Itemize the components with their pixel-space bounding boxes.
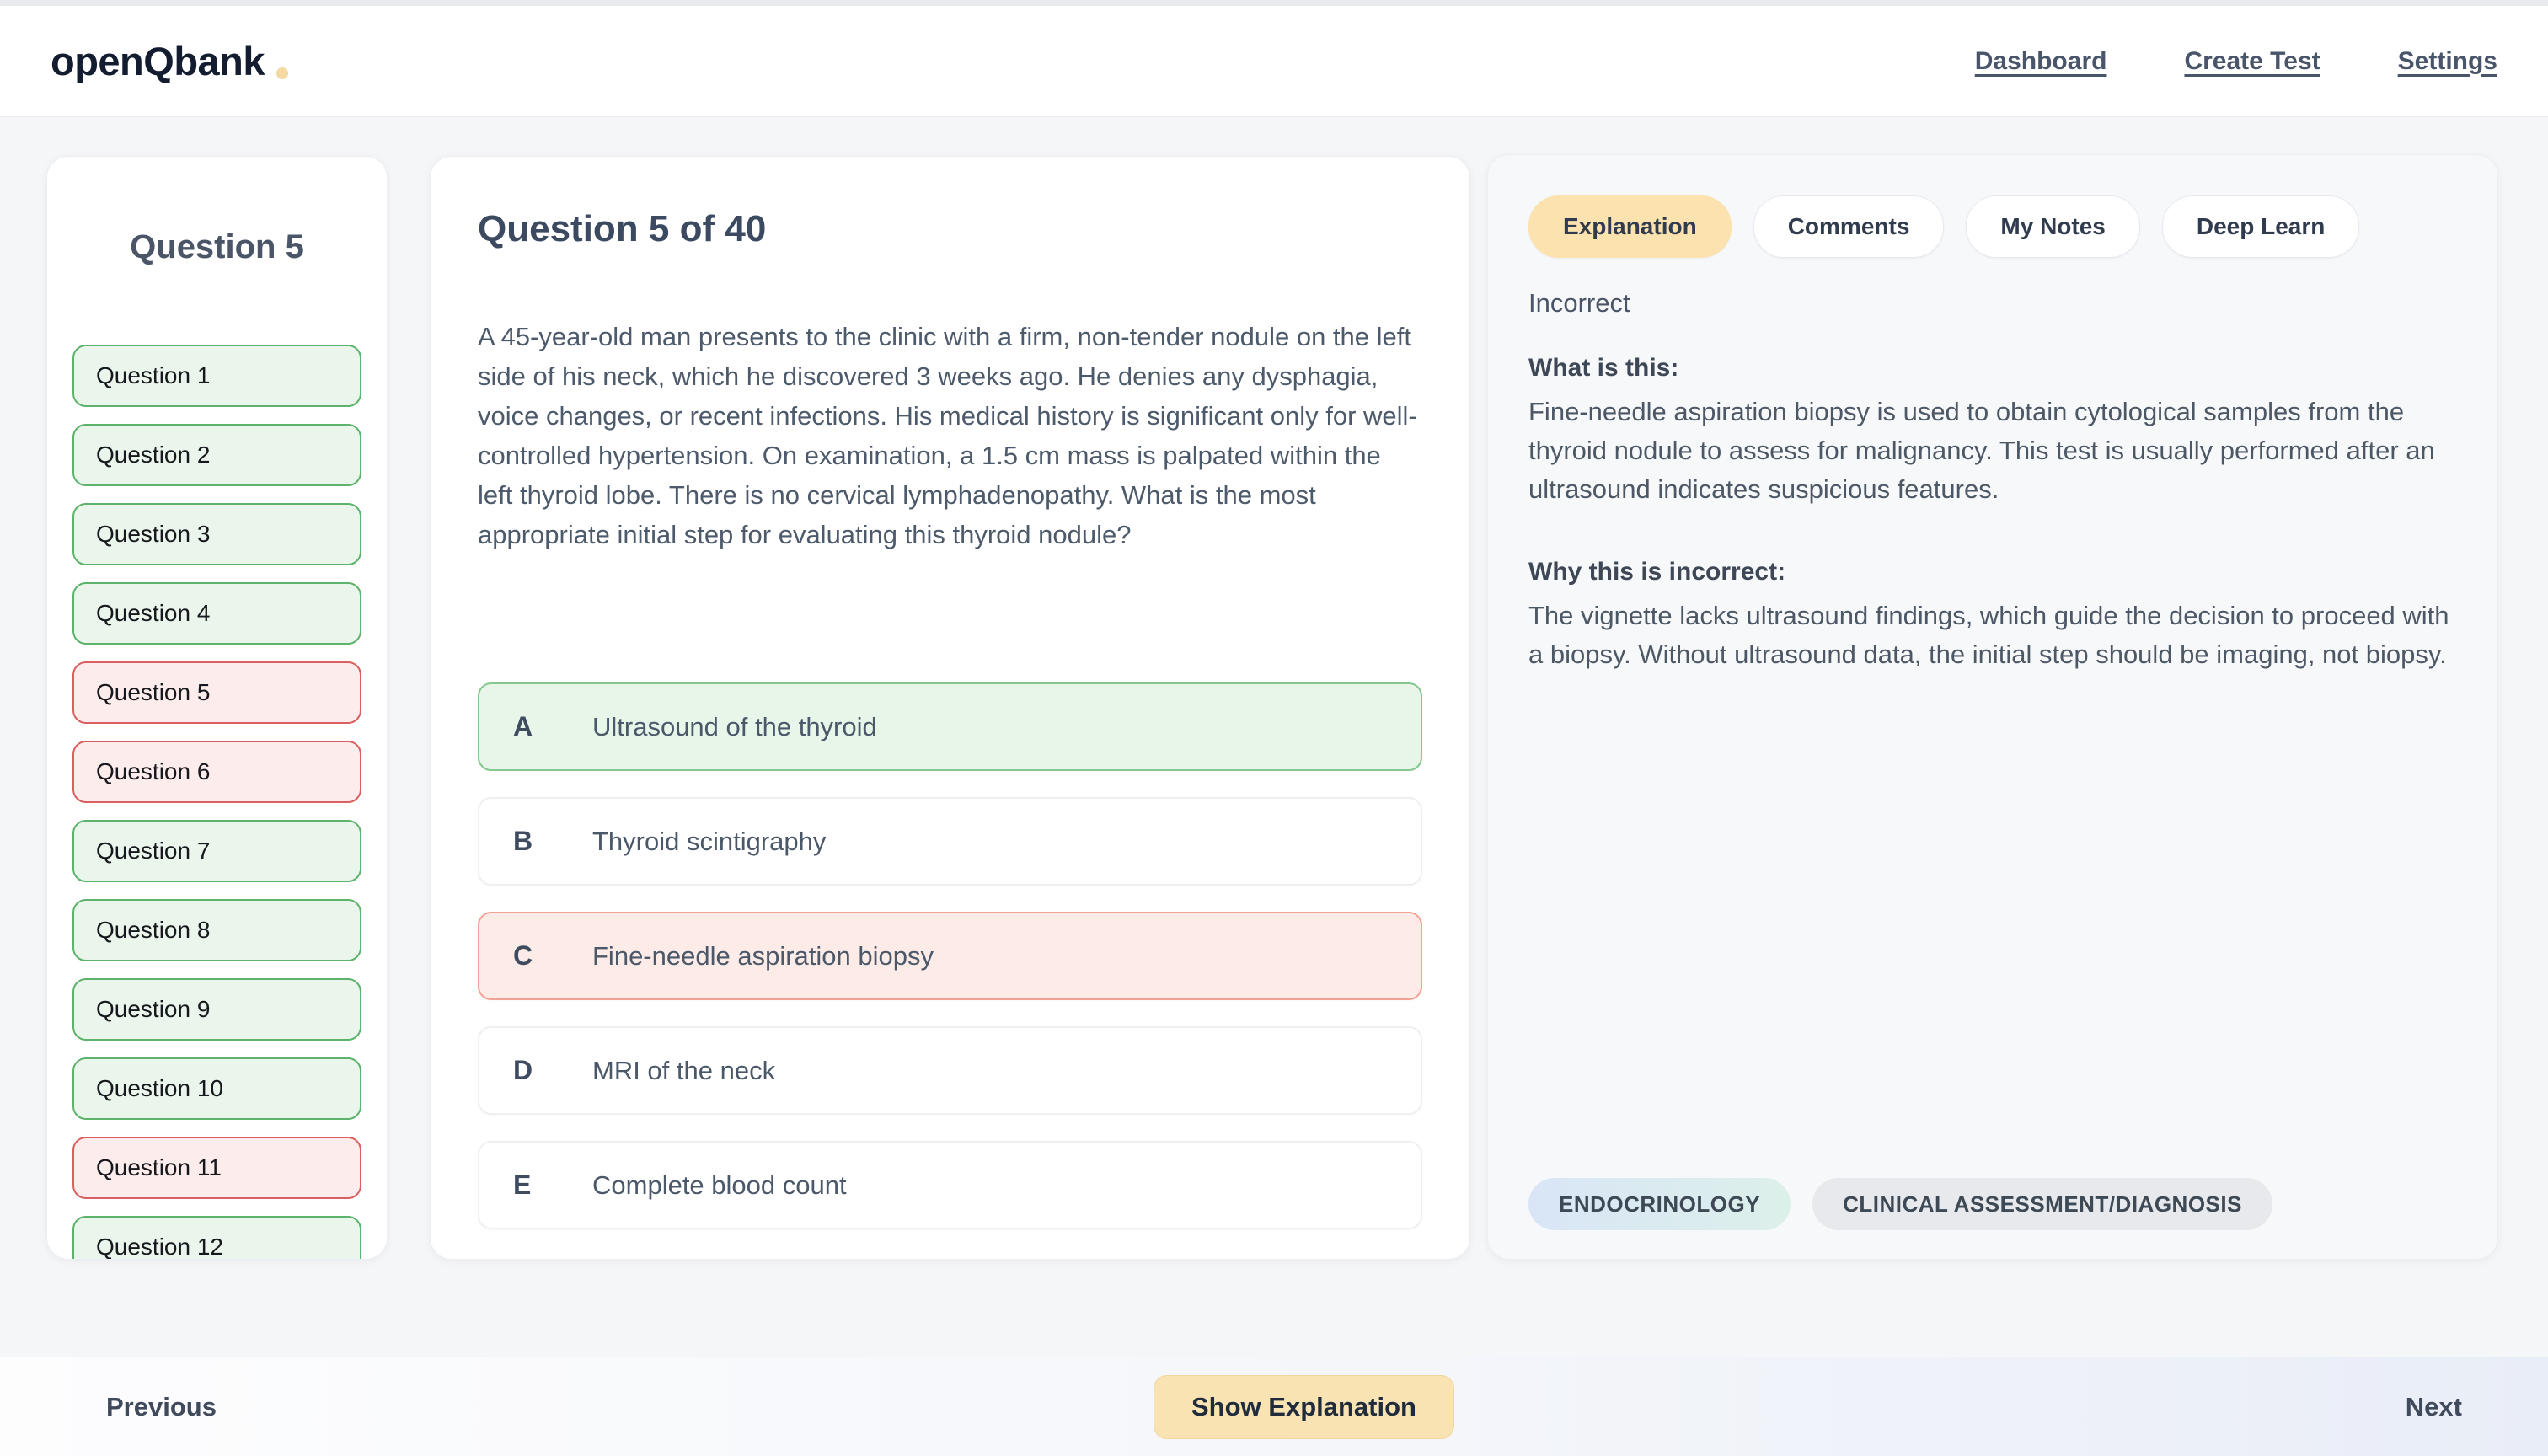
option-letter: E [513,1170,547,1201]
question-stem: A 45-year-old man presents to the clinic… [478,317,1422,554]
sidebar-question-label: Question 4 [96,600,210,627]
option-letter: B [513,826,547,857]
sidebar-question-6[interactable]: Question 6 [72,741,361,803]
tab-comments[interactable]: Comments [1753,195,1945,258]
logo-accent-dot-icon [276,67,288,79]
header-nav: Dashboard Create Test Settings [1975,47,2497,76]
question-card: Question 5 of 40 A 45-year-old man prese… [430,156,1470,1260]
sidebar-question-5[interactable]: Question 5 [72,661,361,724]
explanation-panel: Explanation Comments My Notes Deep Learn In… [1487,154,2498,1260]
option-C[interactable]: C Fine-needle aspiration biopsy [478,912,1422,1000]
nav-link-create-test[interactable]: Create Test [2184,47,2320,76]
sidebar-question-label: Question 10 [96,1075,223,1102]
section-heading: What is this: [1528,354,2457,383]
footer-bar: Previous Show Explanation Next [0,1357,2548,1456]
sidebar-question-label: Question 7 [96,838,210,864]
sidebar-question-label: Question 9 [96,996,210,1023]
question-tags: ENDOCRINOLOGY CLINICAL ASSESSMENT/DIAGNOS… [1528,1178,2272,1230]
section-body: Fine-needle aspiration biopsy is used to… [1528,393,2457,509]
question-card-inner: Question 5 of 40 A 45-year-old man prese… [431,157,1469,1229]
question-progress-title: Question 5 of 40 [478,207,1422,251]
explanation-section-2: Why this is incorrect: The vignette lacks… [1528,558,2457,674]
show-explanation-button[interactable]: Show Explanation [1154,1375,1454,1439]
tag-clinical-assessment-diagnosis: CLINICAL ASSESSMENT/DIAGNOSIS [1812,1178,2272,1230]
explanation-tabs: Explanation Comments My Notes Deep Learn [1528,195,2457,258]
option-text: Fine-needle aspiration biopsy [592,941,934,972]
section-body: The vignette lacks ultrasound findings, … [1528,597,2457,674]
nav-link-settings[interactable]: Settings [2398,47,2497,76]
previous-button[interactable]: Previous [106,1392,217,1422]
current-question-title: Question 5 [47,228,387,266]
page: openQbank Dashboard Create Test Settings… [0,0,2548,1456]
option-E[interactable]: E Complete blood count [478,1141,1422,1229]
tab-deep-learn[interactable]: Deep Learn [2162,195,2360,258]
tag-endocrinology: ENDOCRINOLOGY [1528,1178,1791,1230]
tab-my-notes[interactable]: My Notes [1966,195,2139,258]
section-heading: Why this is incorrect: [1528,558,2457,586]
option-text: Thyroid scintigraphy [592,827,826,857]
explanation-panel-inner: Explanation Comments My Notes Deep Learn In… [1488,155,2497,1259]
option-D[interactable]: D MRI of the neck [478,1026,1422,1115]
sidebar-question-label: Question 2 [96,442,210,468]
app-logo: openQbank [51,38,288,84]
option-text: Ultrasound of the thyroid [592,712,877,742]
sidebar-question-8[interactable]: Question 8 [72,899,361,961]
sidebar-question-1[interactable]: Question 1 [72,345,361,407]
option-text: MRI of the neck [592,1056,775,1086]
sidebar-question-label: Question 3 [96,521,210,548]
question-navigator-panel: Question 5 Question 1Question 2Question … [46,156,388,1260]
result-status: Incorrect [1528,288,2457,318]
next-button[interactable]: Next [2406,1392,2462,1422]
app-logo-text: openQbank [51,38,265,84]
sidebar-question-9[interactable]: Question 9 [72,978,361,1041]
sidebar-question-12[interactable]: Question 12 [72,1216,361,1260]
option-letter: A [513,711,547,742]
sidebar-question-label: Question 5 [96,679,210,706]
sidebar-question-label: Question 1 [96,362,210,389]
sidebar-question-7[interactable]: Question 7 [72,820,361,882]
explanation-sections: What is this: Fine-needle aspiration biop… [1528,354,2457,674]
sidebar-question-label: Question 11 [96,1154,222,1181]
window-top-strip [0,0,2548,6]
option-text: Complete blood count [592,1170,847,1201]
answer-options: A Ultrasound of the thyroid B Thyroid scint… [478,682,1422,1229]
sidebar-question-3[interactable]: Question 3 [72,503,361,565]
sidebar-question-10[interactable]: Question 10 [72,1057,361,1120]
sidebar-question-4[interactable]: Question 4 [72,582,361,645]
nav-link-dashboard[interactable]: Dashboard [1975,47,2107,76]
option-A[interactable]: A Ultrasound of the thyroid [478,682,1422,771]
sidebar-question-label: Question 6 [96,758,210,785]
sidebar-question-label: Question 12 [96,1234,223,1260]
sidebar-question-2[interactable]: Question 2 [72,424,361,486]
option-letter: C [513,940,547,972]
question-list: Question 1 Question 2 Question 3 Question 4… [72,345,361,1260]
option-B[interactable]: B Thyroid scintigraphy [478,797,1422,886]
tab-explanation[interactable]: Explanation [1528,195,1732,258]
sidebar-question-11[interactable]: Question 11 [72,1137,361,1199]
explanation-section-1: What is this: Fine-needle aspiration biop… [1528,354,2457,509]
option-letter: D [513,1055,547,1086]
app-header: openQbank Dashboard Create Test Settings [0,6,2548,117]
sidebar-question-label: Question 8 [96,917,210,944]
